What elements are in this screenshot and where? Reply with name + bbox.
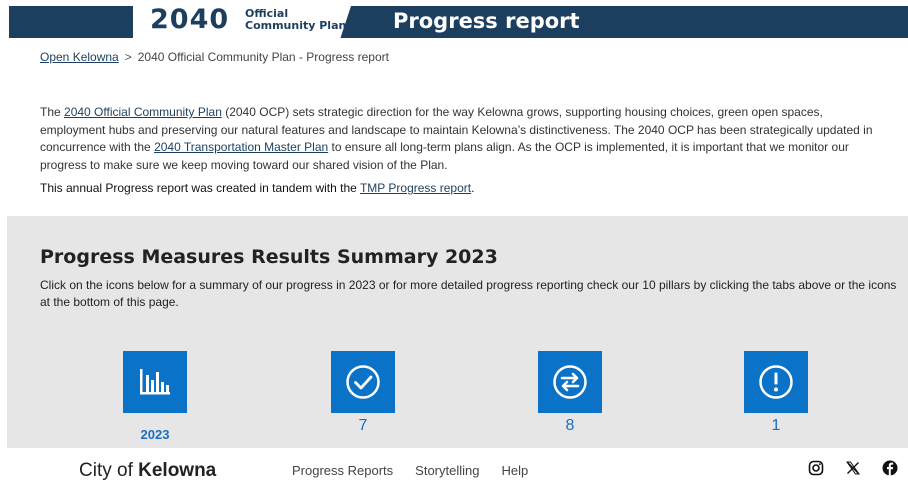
tile-2023-label[interactable]: 2023 [95, 426, 215, 444]
tile-attention-button[interactable] [744, 351, 808, 413]
summary-description: Click on the icons below for a summary o… [40, 278, 897, 309]
footer-link-progress-reports[interactable]: Progress Reports [292, 463, 393, 479]
city-logo-prefix: City of [79, 460, 139, 481]
footer-link-storytelling[interactable]: Storytelling [415, 463, 479, 479]
x-icon[interactable] [844, 459, 862, 477]
facebook-icon[interactable] [881, 459, 899, 477]
logo-line-2: Community Plan [245, 19, 347, 32]
tile-in-progress-count[interactable]: 8 [510, 417, 630, 435]
header-banner: 2040 Official Community Plan Progress re… [0, 0, 908, 40]
intro-text: The [40, 105, 65, 119]
footer-link-help[interactable]: Help [501, 463, 528, 479]
intro-paragraph-2: This annual Progress report was created … [40, 181, 890, 195]
tmp-progress-link[interactable]: TMP Progress report [360, 181, 471, 195]
summary-title: Progress Measures Results Summary 2023 [40, 246, 498, 268]
intro-text: . [471, 181, 475, 195]
bar-chart-icon [140, 369, 170, 395]
city-logo[interactable]: City of Kelowna [79, 460, 216, 482]
intro-text: This annual Progress report was created … [40, 181, 360, 195]
check-circle-icon [346, 365, 380, 399]
logo-number: 2040 [150, 4, 230, 35]
logo-subtitle: Official Community Plan [245, 8, 346, 32]
transportation-plan-link[interactable]: 2040 Transportation Master Plan [154, 140, 328, 154]
breadcrumb: Open Kelowna >2040 Official Community Pla… [40, 50, 389, 64]
exclamation-circle-icon [759, 365, 793, 399]
ocp-link[interactable]: 2040 Official Community Plan [64, 105, 222, 119]
city-logo-name: Kelowna [138, 460, 217, 481]
tile-2023-button[interactable] [123, 351, 187, 413]
intro-paragraph: The 2040 Official Community Plan (2040 O… [40, 104, 890, 174]
breadcrumb-separator: > [124, 50, 132, 64]
page-title: Progress report [393, 9, 580, 33]
breadcrumb-current: 2040 Official Community Plan - Progress … [137, 50, 389, 64]
arrows-circle-icon [553, 365, 587, 399]
tile-in-progress-button[interactable] [538, 351, 602, 413]
footer: City of Kelowna Progress Reports Storyte… [0, 448, 908, 493]
instagram-icon[interactable] [807, 459, 825, 477]
tile-completed-count[interactable]: 7 [303, 417, 423, 435]
footer-nav: Progress Reports Storytelling Help [292, 463, 528, 479]
breadcrumb-home-link[interactable]: Open Kelowna [40, 50, 119, 64]
tile-attention-count[interactable]: 1 [716, 417, 836, 435]
summary-section: Progress Measures Results Summary 2023 C… [7, 216, 908, 448]
tile-completed-button[interactable] [331, 351, 395, 413]
